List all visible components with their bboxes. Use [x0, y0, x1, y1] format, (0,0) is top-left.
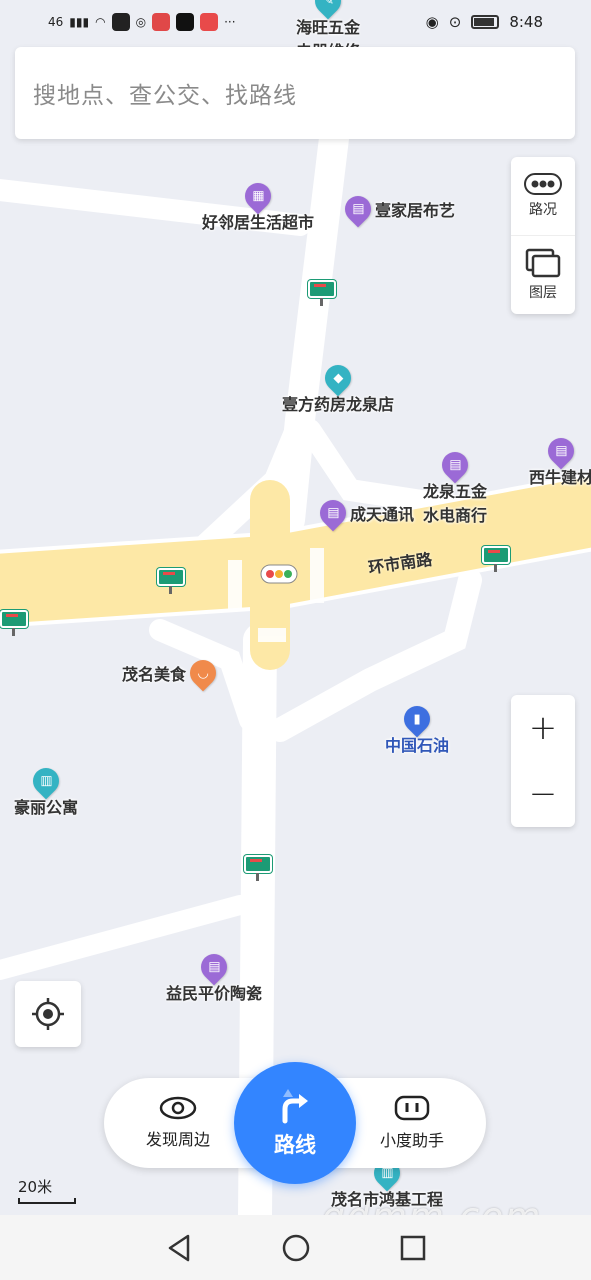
poi-fabric-store[interactable]: ▤ 壹家居布艺 [339, 190, 455, 228]
map-scale: 20米 [18, 1176, 76, 1204]
back-button[interactable] [159, 1228, 199, 1268]
recents-icon [400, 1235, 425, 1260]
vpn-icon: ◎ [135, 15, 147, 29]
eye-icon [159, 1096, 197, 1120]
zoom-out-button[interactable]: − [511, 761, 575, 827]
app-notification-icon [111, 13, 130, 31]
eye-comfort-icon: ◉ [425, 13, 439, 31]
poi-longquan-hardware[interactable]: ▤ 龙泉五金 水电商行 [423, 446, 487, 526]
route-label: 路线 [274, 1133, 316, 1157]
network-indicator: 46 [48, 15, 64, 29]
map-canvas[interactable]: 环市南路 ✎ 海旺五金 电器维修 ▦ 好邻居生活超市 ▤ 壹家居布艺 ◆ 壹方药… [0, 0, 591, 1215]
traffic-camera-icon [308, 280, 336, 306]
locate-me-button[interactable] [15, 981, 81, 1047]
tiktok-icon [176, 13, 195, 31]
search-placeholder: 搜地点、查公交、找路线 [33, 83, 297, 109]
route-button[interactable]: 路线 [234, 1062, 356, 1184]
assistant-icon [394, 1095, 430, 1121]
traffic-icon [524, 173, 562, 195]
food-bowl-icon: ◡ [184, 654, 222, 692]
poi-pharmacy[interactable]: ◆ 壹方药房龙泉店 [282, 359, 394, 415]
poi-maoming-food[interactable]: 茂名美食 ◡ [122, 654, 222, 692]
discover-nearby-button[interactable]: 发现周边 [118, 1078, 238, 1168]
home-icon [282, 1234, 309, 1261]
layers-icon [525, 248, 561, 278]
app-notification-icon [200, 13, 219, 31]
more-notifications: ··· [224, 15, 236, 29]
poi-petrochina[interactable]: ▮ 中国石油 [385, 700, 449, 756]
poi-yimin-ceramics[interactable]: ▤ 益民平价陶瓷 [166, 948, 262, 1004]
route-arrow-icon [282, 1089, 308, 1124]
traffic-camera-icon [157, 568, 185, 594]
recents-button[interactable] [393, 1228, 433, 1268]
status-bar: 46 ▮▮▮ ◠ ◎ ··· ◉ ⊙ 8:48 [0, 0, 591, 44]
clock: 8:48 [509, 13, 543, 31]
traffic-button[interactable]: 路况 [511, 157, 575, 235]
shopping-bag-icon: ▤ [314, 494, 352, 532]
zoom-control: + − [511, 695, 575, 827]
battery-icon [471, 15, 500, 29]
home-button[interactable] [276, 1228, 316, 1268]
poi-xiniu-building[interactable]: ▤ 西牛建材 [529, 432, 591, 488]
zoom-in-button[interactable]: + [511, 695, 575, 761]
poi-supermarket[interactable]: ▦ 好邻居生活超市 [202, 177, 314, 233]
app-notification-icon [152, 13, 171, 31]
layers-button[interactable]: 图层 [511, 235, 575, 314]
system-nav-bar [0, 1215, 591, 1280]
back-icon [168, 1234, 189, 1261]
map-tools-card: 路况 图层 [511, 157, 575, 314]
poi-haoli-apartment[interactable]: ▥ 豪丽公寓 [14, 762, 78, 818]
location-icon: ⊙ [448, 13, 462, 31]
crosshair-icon [32, 998, 64, 1030]
traffic-camera-icon [482, 546, 510, 572]
traffic-camera-icon [0, 610, 28, 636]
traffic-camera-icon [244, 855, 272, 881]
assistant-button[interactable]: 小度助手 [352, 1078, 472, 1168]
signal-icon: ▮▮▮ [69, 15, 90, 29]
shopping-bag-icon: ▤ [339, 190, 377, 228]
poi-chengtian-telecom[interactable]: ▤ 成天通讯 [314, 494, 414, 532]
wifi-icon: ◠ [95, 15, 106, 29]
search-input[interactable]: 搜地点、查公交、找路线 [15, 47, 575, 139]
